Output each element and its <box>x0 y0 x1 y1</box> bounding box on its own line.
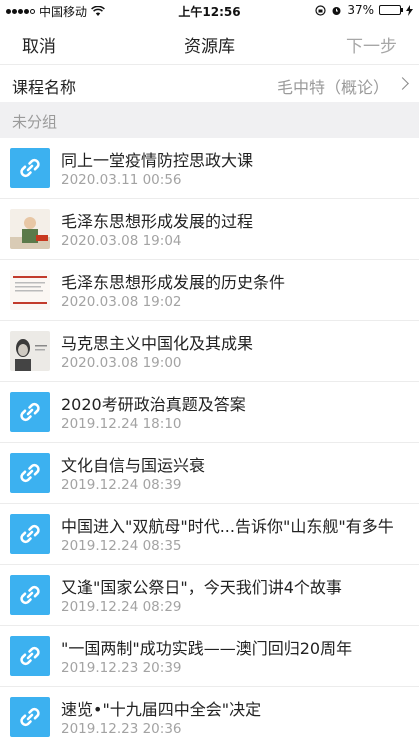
link-icon <box>10 575 50 615</box>
resource-list: 同上一堂疫情防控思政大课 2020.03.11 00:56 毛泽东思想形成发展的过程… <box>0 138 419 747</box>
course-value: 毛中特（概论） <box>276 78 389 97</box>
resource-date: 2019.12.24 08:29 <box>61 599 182 615</box>
resource-date: 2019.12.24 08:35 <box>61 538 182 554</box>
resource-date: 2019.12.24 08:39 <box>61 477 182 493</box>
resource-date: 2020.03.08 19:00 <box>61 355 182 371</box>
chevron-right-icon <box>396 77 409 90</box>
resource-item[interactable]: 中国进入"双航母"时代...告诉你"山东舰"有多牛 2019.12.24 08:3… <box>0 504 419 565</box>
resource-title: 同上一堂疫情防控思政大课 <box>61 151 254 170</box>
battery-percent: 37% <box>347 3 374 17</box>
resource-item[interactable]: 同上一堂疫情防控思政大课 2020.03.11 00:56 <box>0 138 419 199</box>
link-icon <box>10 697 50 737</box>
resource-title: 2020考研政治真题及答案 <box>61 395 246 414</box>
video-thumbnail <box>10 209 50 249</box>
resource-item[interactable]: 又逢"国家公祭日"，今天我们讲4个故事 2019.12.24 08:29 <box>0 565 419 626</box>
group-label: 未分组 <box>12 113 58 131</box>
resource-date: 2020.03.11 00:56 <box>61 172 182 188</box>
resource-date: 2019.12.23 20:39 <box>61 660 182 676</box>
resource-title: 中国进入"双航母"时代...告诉你"山东舰"有多牛 <box>61 517 394 536</box>
resource-title: 马克思主义中国化及其成果 <box>61 334 254 353</box>
resource-title: 毛泽东思想形成发展的过程 <box>61 212 254 231</box>
link-icon <box>10 392 50 432</box>
video-thumbnail <box>10 270 50 310</box>
charging-icon <box>406 4 413 16</box>
link-icon <box>10 514 50 554</box>
status-bar: 中国移动 上午12:56 37% <box>0 0 419 22</box>
resource-item[interactable]: 马克思主义中国化及其成果 2020.03.08 19:00 <box>0 321 419 382</box>
course-selector[interactable]: 课程名称 毛中特（概论） <box>0 64 419 102</box>
resource-date: 2019.12.24 18:10 <box>61 416 182 432</box>
orientation-lock-icon <box>315 4 326 16</box>
resource-date: 2020.03.08 19:04 <box>61 233 182 249</box>
resource-item[interactable]: 文化自信与国运兴衰 2019.12.24 08:39 <box>0 443 419 504</box>
battery-icon <box>379 5 403 15</box>
resource-item[interactable]: 毛泽东思想形成发展的历史条件 2020.03.08 19:02 <box>0 260 419 321</box>
resource-item[interactable]: 毛泽东思想形成发展的过程 2020.03.08 19:04 <box>0 199 419 260</box>
video-thumbnail <box>10 331 50 371</box>
resource-date: 2019.12.23 20:36 <box>61 721 182 737</box>
resource-title: 毛泽东思想形成发展的历史条件 <box>61 273 286 292</box>
course-label: 课程名称 <box>12 78 77 97</box>
group-header: 未分组 <box>0 102 419 138</box>
navigation-bar: 取消 资源库 下一步 <box>0 22 419 64</box>
resource-title: "一国两制"成功实践——澳门回归20周年 <box>61 639 353 658</box>
resource-title: 又逢"国家公祭日"，今天我们讲4个故事 <box>61 578 342 597</box>
resource-item[interactable]: "一国两制"成功实践——澳门回归20周年 2019.12.23 20:39 <box>0 626 419 687</box>
link-icon <box>10 636 50 676</box>
resource-item[interactable]: 2020考研政治真题及答案 2019.12.24 18:10 <box>0 382 419 443</box>
alarm-icon <box>332 6 341 15</box>
resource-title: 文化自信与国运兴衰 <box>61 456 206 475</box>
link-icon <box>10 148 50 188</box>
next-step-button[interactable]: 下一步 <box>346 32 397 57</box>
resource-item[interactable]: 速览•"十九届四中全会"决定 2019.12.23 20:36 <box>0 687 419 747</box>
status-right: 37% <box>315 3 413 17</box>
resource-date: 2020.03.08 19:02 <box>61 294 182 310</box>
resource-title: 速览•"十九届四中全会"决定 <box>61 700 262 719</box>
link-icon <box>10 453 50 493</box>
